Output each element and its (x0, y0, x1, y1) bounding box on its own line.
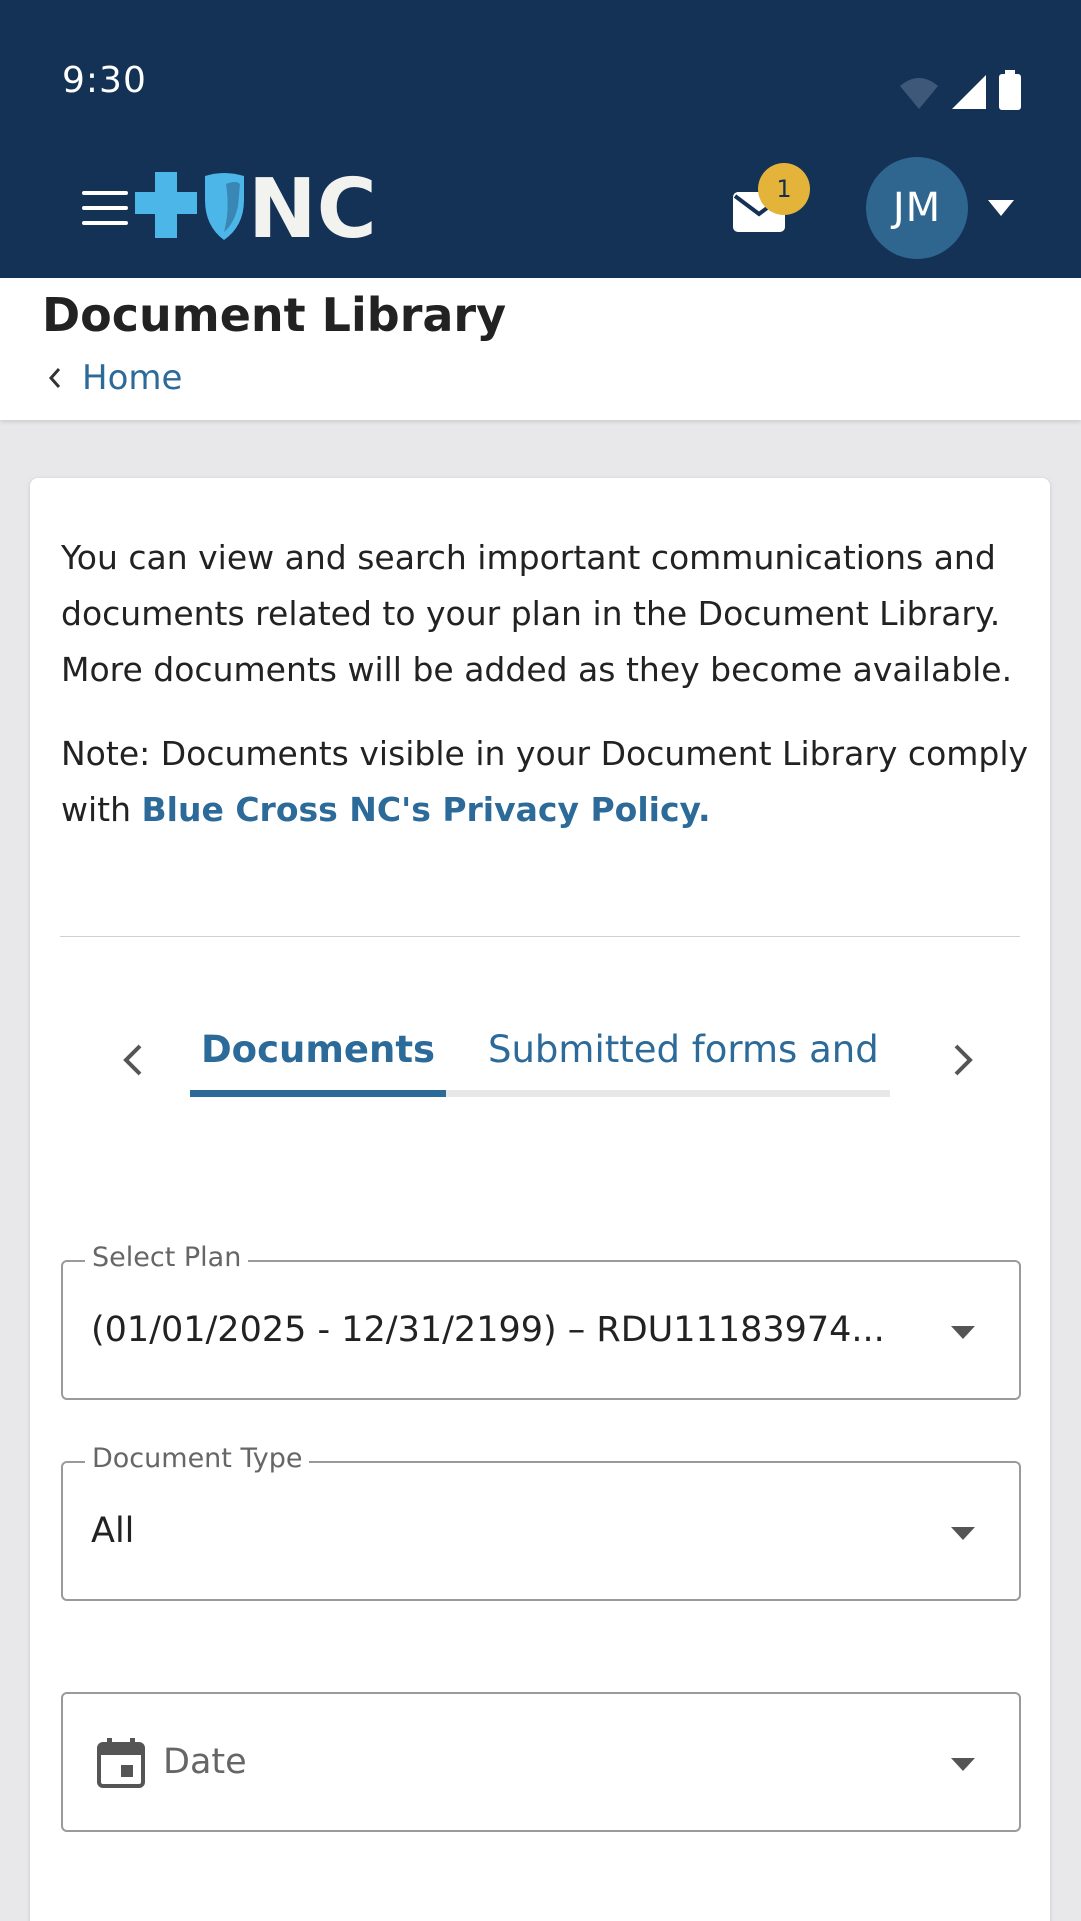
document-type-dropdown[interactable]: Document Type All (61, 1443, 1021, 1601)
calendar-icon (97, 1738, 145, 1788)
menu-icon-bar (82, 206, 128, 210)
page-header: Document Library Home (0, 278, 1081, 420)
caret-down-icon (951, 1527, 975, 1540)
app-bar: 9:30 NC 1 JM (0, 0, 1081, 278)
menu-button[interactable] (82, 191, 128, 225)
select-plan-dropdown[interactable]: Select Plan (01/01/2025 - 12/31/2199) – … (61, 1242, 1021, 1400)
caret-down-icon (951, 1326, 975, 1339)
note-text: Note: Documents visible in your Document… (61, 726, 1031, 838)
caret-down-icon[interactable] (988, 200, 1014, 216)
select-plan-label: Select Plan (85, 1242, 249, 1273)
chevron-left-icon (48, 368, 61, 388)
signal-icon (952, 75, 986, 109)
tab-scroll-right-button[interactable] (940, 1038, 984, 1082)
caret-down-icon (951, 1758, 975, 1771)
wifi-icon (900, 78, 938, 109)
tab-bar: Documents Submitted forms and di (190, 1018, 890, 1118)
tab-scroll-left-button[interactable] (112, 1038, 156, 1082)
content-card: You can view and search important commun… (30, 478, 1050, 1921)
battery-icon (999, 70, 1021, 110)
breadcrumb-label: Home (82, 358, 183, 398)
document-type-label: Document Type (85, 1443, 310, 1474)
cross-icon (135, 172, 197, 238)
menu-icon-bar (82, 221, 128, 225)
divider (60, 936, 1020, 937)
breadcrumb-home[interactable]: Home (48, 358, 182, 398)
blue-cross-nc-logo[interactable]: NC (134, 170, 396, 242)
avatar[interactable]: JM (866, 157, 968, 259)
chevron-right-icon (954, 1044, 973, 1076)
select-plan-value: (01/01/2025 - 12/31/2199) – RDU11183974.… (91, 1310, 885, 1350)
date-dropdown[interactable]: Date (61, 1692, 1021, 1832)
tab-submitted-forms[interactable]: Submitted forms and di (488, 1028, 890, 1071)
logo-text: NC (248, 170, 377, 242)
notification-badge: 1 (758, 163, 810, 215)
shield-icon (205, 173, 244, 240)
tab-documents[interactable]: Documents (190, 1028, 446, 1071)
status-icons (899, 66, 1021, 110)
chevron-left-icon (123, 1044, 142, 1076)
menu-icon-bar (82, 191, 128, 195)
intro-text: You can view and search important commun… (61, 538, 1013, 689)
tab-indicator (190, 1090, 446, 1097)
privacy-policy-link[interactable]: Blue Cross NC's Privacy Policy. (142, 790, 711, 829)
status-time: 9:30 (62, 60, 147, 101)
document-type-value: All (91, 1511, 135, 1551)
page-title: Document Library (42, 288, 507, 342)
date-placeholder: Date (163, 1742, 247, 1782)
